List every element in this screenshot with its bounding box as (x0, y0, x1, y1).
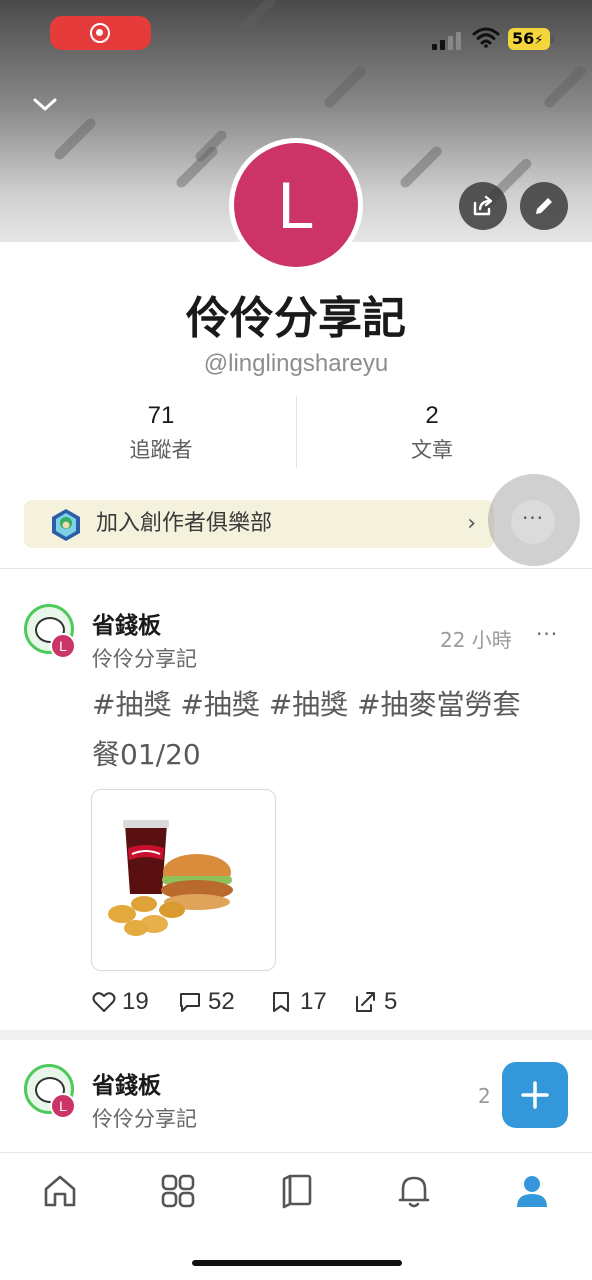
profile-avatar[interactable]: L (229, 138, 363, 272)
posts-count: 2 (425, 402, 439, 429)
screen-recording-indicator[interactable] (50, 16, 151, 50)
battery-indicator: 56⚡ (508, 28, 554, 50)
like-count: 19 (122, 988, 149, 1015)
pencil-icon (536, 198, 552, 214)
profile-icon[interactable] (512, 1171, 552, 1211)
bookmark-icon (273, 992, 289, 1012)
share-icon (473, 195, 493, 216)
profile-avatar-letter: L (234, 143, 358, 267)
posts-stat[interactable]: 2 文章 (297, 400, 567, 468)
section-divider (0, 568, 592, 569)
post-more-button[interactable]: ··· (536, 622, 558, 646)
edit-profile-button[interactable] (520, 182, 568, 230)
home-indicator[interactable] (192, 1260, 402, 1266)
post-time: 22 小時 (440, 628, 512, 652)
wifi-icon (472, 27, 500, 48)
plus-icon (521, 1081, 549, 1109)
author-badge: L (50, 633, 76, 659)
followers-label: 追蹤者 (129, 438, 193, 462)
post-body[interactable]: #抽獎 #抽獎 #抽獎 #抽麥當勞套餐01/20 (92, 680, 542, 780)
chevron-right-icon: › (467, 511, 476, 536)
post-image[interactable] (91, 789, 276, 971)
board-name[interactable]: 省錢板 (92, 606, 161, 640)
home-icon[interactable] (40, 1171, 80, 1211)
grid-icon[interactable] (158, 1171, 198, 1211)
share-count: 5 (384, 988, 398, 1015)
record-icon (90, 23, 110, 43)
share-profile-button[interactable] (459, 182, 507, 230)
mcdonalds-meal-image (108, 820, 233, 936)
join-creator-club-label: 加入創作者俱樂部 (96, 511, 273, 536)
post-separator (0, 1030, 592, 1040)
cellular-signal-icon (432, 30, 464, 50)
profile-name: 伶伶分享記 (186, 293, 406, 344)
author-badge: L (50, 1093, 76, 1119)
comment-count: 52 (208, 988, 235, 1015)
board-name[interactable]: 省錢板 (92, 1066, 161, 1100)
cards-icon[interactable] (276, 1171, 316, 1211)
author-name[interactable]: 伶伶分享記 (92, 1103, 197, 1133)
profile-handle: @linglingshareyu (203, 350, 389, 377)
comment-icon (180, 993, 200, 1012)
battery-level: 56 (512, 29, 535, 48)
followers-count: 71 (147, 402, 175, 429)
create-post-button[interactable] (502, 1062, 568, 1128)
save-count: 17 (300, 988, 327, 1015)
more-icon: ··· (511, 500, 555, 544)
share-icon (356, 992, 375, 1012)
join-creator-club-banner[interactable]: 加入創作者俱樂部 › (24, 500, 494, 548)
heart-icon (92, 992, 116, 1012)
author-name[interactable]: 伶伶分享記 (92, 643, 197, 673)
bell-icon[interactable] (394, 1171, 434, 1211)
post-time: 2 (478, 1084, 491, 1108)
posts-label: 文章 (411, 438, 453, 462)
followers-stat[interactable]: 71 追蹤者 (26, 400, 296, 468)
creator-club-icon (52, 509, 80, 541)
chevron-down-icon[interactable] (30, 90, 60, 120)
more-options-button[interactable]: ··· (488, 474, 580, 566)
